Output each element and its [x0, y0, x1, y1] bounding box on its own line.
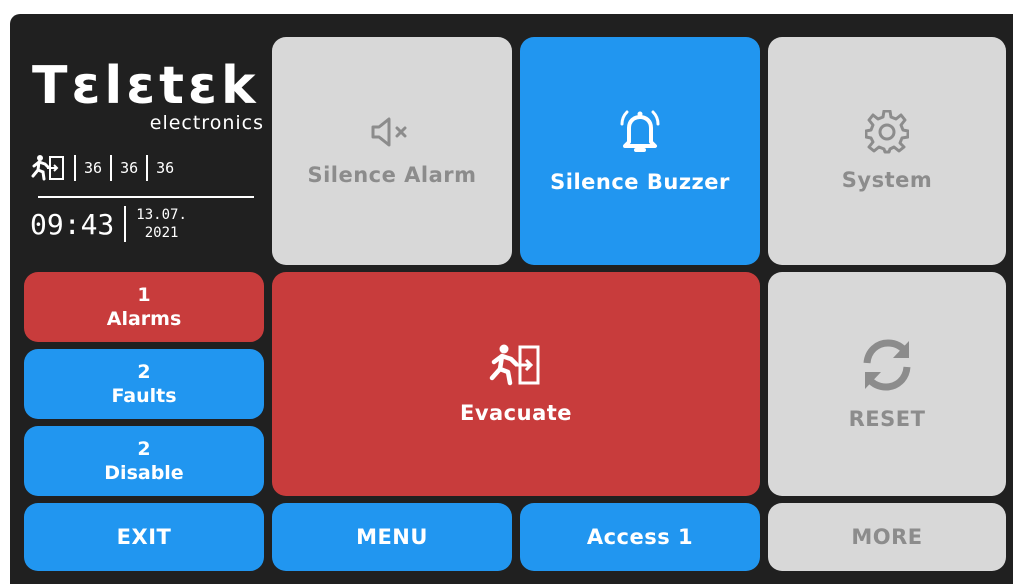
silence-alarm-button[interactable]: Silence Alarm: [272, 37, 512, 265]
brand-subtitle: electronics: [149, 112, 264, 134]
bell-icon: [620, 110, 660, 152]
more-button[interactable]: MORE: [768, 503, 1006, 571]
divider: [110, 155, 113, 181]
divider: [74, 155, 76, 181]
running-exit-icon: [31, 155, 64, 181]
alarms-count: 1: [137, 284, 151, 306]
silence-buzzer-button[interactable]: Silence Buzzer: [520, 37, 760, 265]
system-label: System: [841, 168, 933, 192]
evacuate-label: Evacuate: [459, 401, 573, 425]
silence-alarm-label: Silence Alarm: [307, 163, 477, 187]
system-button[interactable]: System: [768, 37, 1006, 265]
gear-icon: [865, 110, 909, 154]
access-label: Access 1: [586, 525, 694, 549]
menu-label: MENU: [356, 525, 428, 549]
disable-label: Disable: [104, 462, 184, 484]
access-level-button[interactable]: Access 1: [520, 503, 760, 571]
silence-buzzer-label: Silence Buzzer: [550, 170, 730, 194]
brand-logo: Tεlεtεk: [32, 56, 260, 116]
clock-date-year: 2021: [144, 225, 179, 241]
clock-date: 13.07. 2021: [136, 206, 187, 242]
running-exit-icon: [489, 344, 540, 386]
evacuate-button[interactable]: Evacuate: [272, 272, 760, 496]
faults-label: Faults: [111, 385, 177, 407]
disable-counter-button[interactable]: 2 Disable: [24, 426, 264, 496]
more-label: MORE: [851, 525, 923, 549]
divider: [124, 206, 127, 242]
status-row: 36 36 36: [30, 154, 174, 182]
faults-counter-button[interactable]: 2 Faults: [24, 349, 264, 419]
status-value-3: 36: [156, 159, 175, 177]
divider: [146, 155, 149, 181]
status-divider: [38, 196, 254, 198]
status-panel: Tεlεtεk electronics 36 36 36 09:43 13.07…: [24, 58, 268, 258]
alarms-label: Alarms: [106, 308, 182, 330]
clock: 09:43 13.07. 2021: [30, 206, 187, 242]
clock-time: 09:43: [30, 207, 115, 241]
refresh-icon: [863, 339, 911, 391]
exit-label: EXIT: [116, 525, 172, 549]
disable-count: 2: [137, 438, 151, 460]
reset-button[interactable]: RESET: [768, 272, 1006, 496]
reset-label: RESET: [848, 407, 926, 431]
status-value-2: 36: [120, 159, 139, 177]
menu-button[interactable]: MENU: [272, 503, 512, 571]
faults-count: 2: [137, 361, 151, 383]
exit-button[interactable]: EXIT: [24, 503, 264, 571]
status-value-1: 36: [84, 159, 103, 177]
clock-date-day-month: 13.07.: [136, 207, 187, 223]
alarms-counter-button[interactable]: 1 Alarms: [24, 272, 264, 342]
speaker-mute-icon: [371, 117, 407, 147]
